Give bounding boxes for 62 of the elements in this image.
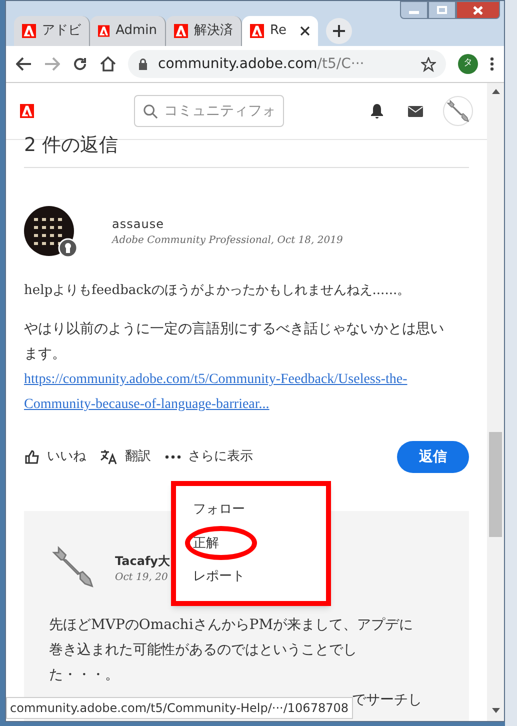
url-text: community.adobe.com/t5/C···	[158, 54, 364, 74]
translate-icon	[100, 449, 118, 465]
home-icon[interactable]	[100, 56, 116, 72]
browser-tab[interactable]: 解決済	[166, 16, 242, 46]
scroll-up-icon[interactable]	[492, 89, 500, 94]
translate-button[interactable]: 翻訳	[100, 447, 151, 467]
more-icon	[165, 455, 181, 459]
adobe-logo-icon	[22, 24, 36, 38]
post-text-line: 巻き込まれた可能性があるのではということでし	[49, 641, 358, 660]
thumbs-up-icon	[24, 449, 40, 465]
new-tab-button[interactable]	[326, 18, 352, 44]
more-button[interactable]: さらに表示	[165, 447, 253, 467]
tab-title: Re	[270, 22, 286, 40]
maximize-button[interactable]	[428, 1, 456, 19]
post-text-line: でサーチし	[352, 691, 423, 710]
close-tab-icon	[300, 26, 310, 36]
address-bar[interactable]: community.adobe.com/t5/C···	[128, 50, 446, 78]
minimize-button[interactable]	[400, 1, 428, 19]
star-icon[interactable]	[421, 56, 436, 72]
menu-item[interactable]: フォロー	[193, 500, 245, 520]
lock-icon	[138, 58, 148, 70]
tab-title: Admin	[116, 22, 157, 40]
tab-title: アドビ	[42, 22, 81, 40]
post-paragraph: やはり以前のように一定の言語別にするべき話じゃないかとは思います。	[24, 320, 445, 364]
browser-tab[interactable]: アドビ	[14, 16, 90, 46]
bell-icon[interactable]	[370, 103, 384, 119]
scrollbar-thumb[interactable]	[489, 432, 502, 537]
adobe-logo-icon	[250, 24, 264, 38]
menu-item[interactable]: 正解	[193, 534, 219, 554]
adobe-logo-icon	[174, 24, 188, 38]
post-link[interactable]: https://community.adobe.com/t5/Community-Feedback/Useless-the-Community-because-of-language-barriear...	[24, 367, 469, 417]
adobe-logo-icon	[20, 104, 34, 118]
close-icon	[473, 6, 483, 14]
search-input[interactable]: コミュニティフォ	[164, 100, 274, 122]
like-button[interactable]: いいね	[24, 447, 86, 467]
post-meta: Adobe Community Professional, Oct 18, 2019	[112, 234, 343, 248]
post-meta: Oct 19, 20	[115, 570, 169, 584]
author-name[interactable]: assause	[112, 214, 343, 232]
post-paragraph: helpよりもfeedbackのほうがよかったかもしれませんねえ......。	[24, 282, 412, 300]
scrollbar[interactable]	[487, 83, 504, 721]
scroll-down-icon[interactable]	[492, 708, 500, 713]
author-name[interactable]: Tacafy大	[115, 552, 170, 570]
search-icon	[143, 104, 158, 118]
post-text-line: た・・・。	[49, 666, 120, 685]
status-bar: community.adobe.com/t5/Community-Help/···/10678708	[6, 697, 352, 719]
browser-tab[interactable]: Admin	[90, 16, 166, 46]
menu-item[interactable]: レポート	[193, 567, 245, 587]
post-text-line: 先ほどMVPのOmachiさんからPMが来まして、アプデに	[49, 616, 414, 635]
mail-icon[interactable]	[408, 106, 423, 116]
reply-count-heading: 2 件の返信	[24, 130, 469, 168]
browser-tab[interactable]: Re	[242, 16, 318, 46]
user-avatar[interactable]	[443, 96, 473, 126]
adobe-logo-icon	[98, 24, 110, 38]
search-field[interactable]: コミュニティフォ	[134, 95, 284, 127]
menu-icon[interactable]	[490, 57, 494, 71]
profile-avatar[interactable]: タ	[458, 54, 478, 74]
back-icon[interactable]	[16, 57, 32, 71]
reply-button[interactable]: 返信	[397, 441, 469, 473]
tab-title: 解決済	[194, 22, 233, 40]
reload-icon[interactable]	[72, 56, 88, 72]
plus-icon	[333, 25, 345, 37]
close-button[interactable]	[456, 1, 500, 19]
